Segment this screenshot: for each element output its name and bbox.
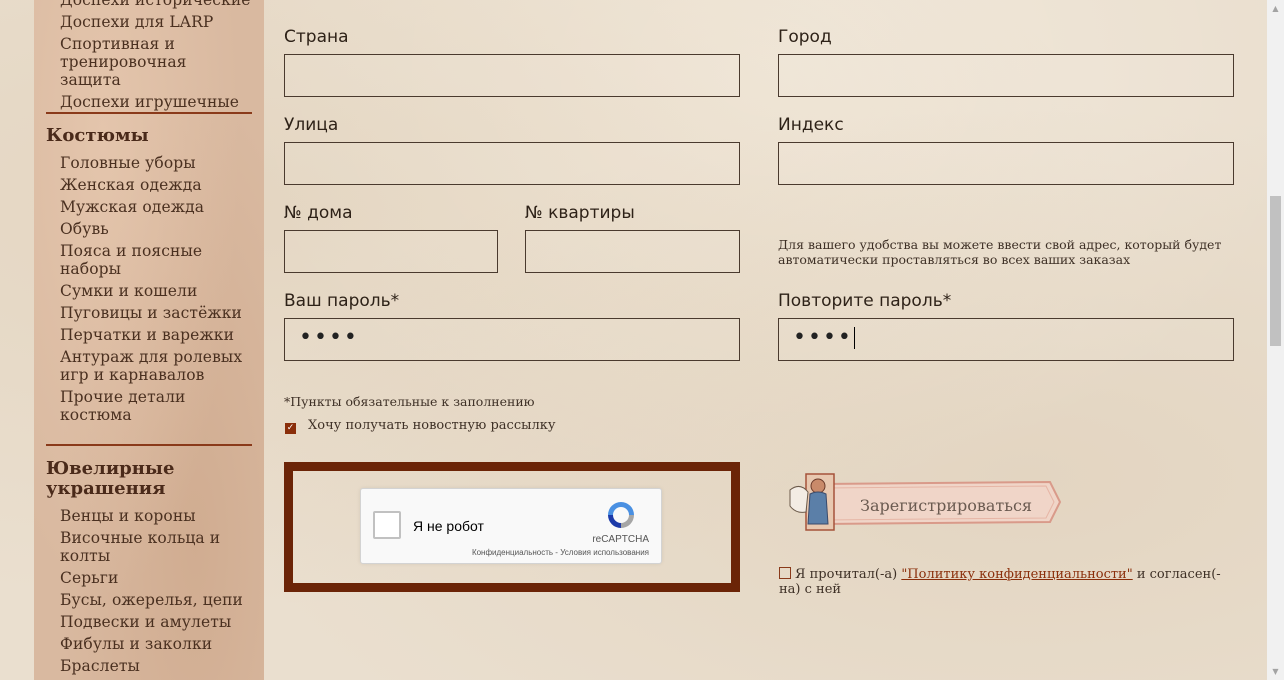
sidebar-item-armor-historical[interactable]: Доспехи исторические: [46, 0, 252, 9]
country-label: Страна: [284, 27, 349, 47]
index-input[interactable]: [778, 142, 1234, 185]
sidebar-item-belts[interactable]: Пояса и поясные наборы: [46, 242, 252, 278]
recaptcha-label: Я не робот: [413, 518, 484, 534]
sidebar-item-armor-larp[interactable]: Доспехи для LARP: [46, 13, 252, 31]
sidebar-divider: [46, 444, 252, 446]
repeat-password-input[interactable]: ••••: [778, 318, 1234, 361]
recaptcha-widget: Я не робот reCAPTCHA Конфиденциальность …: [360, 488, 662, 564]
country-input[interactable]: [284, 54, 740, 97]
recaptcha-logo-icon: [608, 502, 634, 528]
sidebar-item-fibulas[interactable]: Фибулы и заколки: [46, 635, 252, 653]
password-input[interactable]: ••••: [284, 318, 740, 361]
street-label: Улица: [284, 115, 339, 135]
sidebar-item-men-clothes[interactable]: Мужская одежда: [46, 198, 252, 216]
sidebar: Доспехи исторические Доспехи для LARP Сп…: [34, 0, 264, 680]
required-note: *Пункты обязательные к заполнению: [284, 394, 535, 409]
recaptcha-checkbox[interactable]: [373, 511, 401, 539]
sidebar-item-gloves[interactable]: Перчатки и варежки: [46, 326, 252, 344]
privacy-policy-link[interactable]: "Политику конфиденциальности": [901, 567, 1132, 582]
costumes-section: Костюмы Головные уборы Женская одежда Му…: [46, 126, 252, 428]
policy-checkbox[interactable]: [779, 567, 791, 579]
register-button-label[interactable]: Зарегистрироваться: [860, 496, 1032, 515]
sidebar-item-temple-rings[interactable]: Височные кольца и колты: [46, 529, 252, 565]
sidebar-heading-jewelry[interactable]: Ювелирные украшения: [46, 459, 252, 499]
sidebar-divider: [46, 112, 252, 114]
sidebar-item-props[interactable]: Антураж для ролевых игр и карнавалов: [46, 348, 252, 384]
address-note: Для вашего удобства вы можете ввести сво…: [778, 237, 1222, 267]
jewelry-section: Ювелирные украшения Венцы и короны Височ…: [46, 459, 252, 679]
index-label: Индекс: [778, 115, 844, 135]
password-label: Ваш пароль*: [284, 291, 400, 311]
sidebar-item-costume-details[interactable]: Прочие детали костюма: [46, 388, 252, 424]
sidebar-item-bags[interactable]: Сумки и кошели: [46, 282, 252, 300]
sidebar-item-bracelets[interactable]: Браслеты: [46, 657, 252, 675]
sidebar-item-buttons[interactable]: Пуговицы и застёжки: [46, 304, 252, 322]
scrollbar-thumb[interactable]: [1270, 196, 1281, 346]
text-cursor: [853, 327, 855, 349]
policy-consent: Я прочитал(-а) "Политику конфиденциально…: [779, 567, 1229, 597]
city-input[interactable]: [778, 54, 1234, 97]
city-label: Город: [778, 27, 832, 47]
recaptcha-brand: reCAPTCHA: [592, 534, 649, 545]
sidebar-heading-costumes[interactable]: Костюмы: [46, 126, 252, 146]
armor-list: Доспехи исторические Доспехи для LARP Сп…: [46, 0, 252, 115]
street-input[interactable]: [284, 142, 740, 185]
sidebar-item-pendants[interactable]: Подвески и амулеты: [46, 613, 252, 631]
sidebar-item-sport-protection[interactable]: Спортивная и тренировочная защита: [46, 35, 252, 89]
house-label: № дома: [284, 203, 353, 223]
repeat-password-value: ••••: [793, 325, 853, 350]
newsletter-option: ✓ Хочу получать новостную рассылку: [285, 418, 556, 434]
apartment-label: № квартиры: [525, 203, 635, 223]
sidebar-item-shoes[interactable]: Обувь: [46, 220, 252, 238]
page-scrollbar[interactable]: ▲ ▼: [1267, 0, 1284, 680]
sidebar-item-earrings[interactable]: Серьги: [46, 569, 252, 587]
sidebar-item-crowns[interactable]: Венцы и короны: [46, 507, 252, 525]
scroll-down-icon[interactable]: ▼: [1267, 663, 1284, 680]
sidebar-item-hats[interactable]: Головные уборы: [46, 154, 252, 172]
repeat-password-label: Повторите пароль*: [778, 291, 952, 311]
apartment-input[interactable]: [525, 230, 740, 273]
recaptcha-links[interactable]: Конфиденциальность - Условия использован…: [472, 548, 649, 557]
sidebar-item-necklaces[interactable]: Бусы, ожерелья, цепи: [46, 591, 252, 609]
sidebar-item-women-clothes[interactable]: Женская одежда: [46, 176, 252, 194]
scroll-up-icon[interactable]: ▲: [1267, 0, 1284, 17]
newsletter-checkbox[interactable]: ✓: [285, 423, 296, 434]
house-input[interactable]: [284, 230, 498, 273]
policy-prefix: Я прочитал(-а): [795, 567, 902, 582]
sidebar-item-toy-armor[interactable]: Доспехи игрушечные: [46, 93, 252, 111]
newsletter-label: Хочу получать новостную рассылку: [308, 418, 556, 433]
